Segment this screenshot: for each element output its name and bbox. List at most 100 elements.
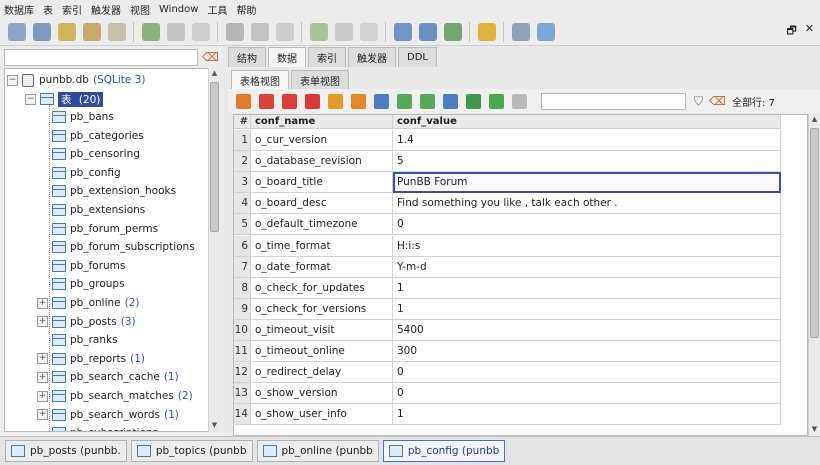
tree-item-table[interactable]: pb_forums <box>39 257 125 275</box>
cell-conf-value[interactable]: Find something you like , talk each othe… <box>393 193 781 215</box>
next-page-icon[interactable] <box>420 93 435 109</box>
expand-icon[interactable]: + <box>37 353 48 365</box>
cell-conf-name[interactable]: o_database_revision <box>251 151 393 173</box>
table-row[interactable]: 5 o_default_timezone 0 <box>234 214 794 236</box>
cell-conf-value[interactable]: 0 <box>393 383 781 405</box>
menu-tools[interactable]: 工具 <box>207 2 227 17</box>
cell-conf-value[interactable]: 1 <box>393 277 781 299</box>
rollback-icon[interactable] <box>259 93 274 109</box>
tree-item-table[interactable]: pb_groups <box>39 275 125 293</box>
expand-icon[interactable]: + <box>37 316 48 328</box>
scroll-down-icon[interactable]: ▼ <box>210 421 219 431</box>
clear-search-icon[interactable]: ⌫ <box>202 50 219 64</box>
cell-conf-name[interactable]: o_redirect_delay <box>251 362 393 384</box>
connect-db-icon[interactable] <box>8 22 26 41</box>
cell-conf-value[interactable]: 5 <box>393 151 781 173</box>
drop-table-icon[interactable] <box>192 22 210 41</box>
collapse-icon[interactable]: − <box>25 93 36 105</box>
table-row[interactable]: 12 o_redirect_delay 0 <box>234 362 794 384</box>
expand-icon[interactable]: + <box>37 390 48 402</box>
column-header-conf-name[interactable]: conf_name <box>251 115 393 129</box>
insert-multiple-icon[interactable] <box>466 93 481 109</box>
tree-search-input[interactable] <box>4 48 199 66</box>
table-row[interactable]: 8 o_check_for_updates 1 <box>234 277 794 299</box>
menu-help[interactable]: 帮助 <box>236 2 256 17</box>
menu-view[interactable]: 视图 <box>130 2 150 17</box>
first-page-icon[interactable] <box>374 93 389 109</box>
last-page-icon[interactable] <box>443 93 458 109</box>
add-row-icon[interactable] <box>282 93 297 109</box>
restore-window-icon[interactable]: 🗗 <box>786 22 796 41</box>
cell-conf-name[interactable]: o_default_timezone <box>251 214 393 236</box>
delete-row-icon[interactable] <box>305 93 320 109</box>
cell-conf-value[interactable]: 0 <box>393 362 781 384</box>
tree-item-database[interactable]: − punbb.db (SQLite 3) <box>7 71 145 89</box>
new-view-icon[interactable] <box>394 22 412 41</box>
table-row[interactable]: 10 o_timeout_visit 5400 <box>234 319 794 341</box>
menu-index[interactable]: 索引 <box>62 2 82 17</box>
tools-icon[interactable] <box>512 22 530 41</box>
cell-conf-name[interactable]: o_date_format <box>251 256 393 278</box>
drop-trigger-icon[interactable] <box>360 22 378 41</box>
window-tab[interactable]: pb_config (punbb <box>382 440 506 462</box>
table-row[interactable]: 9 o_check_for_versions 1 <box>234 298 794 320</box>
cell-conf-value[interactable]: 300 <box>393 341 781 362</box>
edit-table-icon[interactable] <box>167 22 185 41</box>
tree-item-table[interactable]: pb_extensions <box>39 201 145 219</box>
tree-item-table[interactable]: pb_forum_subscriptions <box>39 238 195 256</box>
column-header-conf-value[interactable]: conf_value <box>393 115 781 129</box>
cell-conf-name[interactable]: o_board_desc <box>251 193 393 215</box>
tree-item-table[interactable]: pb_forum_perms <box>39 220 158 238</box>
tree-item-table[interactable]: + pb_posts (3) <box>37 313 136 331</box>
close-window-icon[interactable]: ✕ <box>805 22 814 41</box>
window-tab[interactable]: pb_posts (punbb. <box>5 440 127 462</box>
cell-conf-name[interactable]: o_check_for_versions <box>251 298 393 320</box>
tab-grid-view[interactable]: 表格视图 <box>231 70 289 89</box>
tab-data[interactable]: 数据 <box>268 47 306 67</box>
tree-item-table[interactable]: + pb_search_words (1) <box>37 406 179 424</box>
new-trigger-icon[interactable] <box>310 22 328 41</box>
cell-conf-value[interactable]: PunBB Forum <box>393 172 781 194</box>
cell-conf-value[interactable]: 1 <box>393 298 781 320</box>
cell-conf-name[interactable]: o_cur_version <box>251 130 393 151</box>
export-icon[interactable] <box>512 93 527 109</box>
grid-scrollbar[interactable]: ▲ ▼ <box>808 114 820 436</box>
cell-conf-name[interactable]: o_board_title <box>251 172 393 194</box>
open-db-icon[interactable] <box>83 22 101 41</box>
tree-item-table[interactable]: pb_ranks <box>39 331 118 349</box>
tree-item-table[interactable]: + pb_reports (1) <box>37 350 145 368</box>
table-row[interactable]: 11 o_timeout_online 300 <box>234 341 794 362</box>
cell-conf-value[interactable]: 1 <box>393 404 781 426</box>
tab-indexes[interactable]: 索引 <box>308 47 346 67</box>
edit-trigger-icon[interactable] <box>335 22 353 41</box>
commit-changes-icon[interactable] <box>328 93 343 109</box>
drop-index-icon[interactable] <box>276 22 294 41</box>
tree-item-table[interactable]: pb_censoring <box>39 145 140 163</box>
tree-item-tables[interactable]: − 表 (20) <box>25 90 104 108</box>
tab-structure[interactable]: 结构 <box>228 47 266 67</box>
expand-icon[interactable]: + <box>37 409 48 421</box>
tree-item-table[interactable]: pb_config <box>39 164 121 182</box>
tab-triggers[interactable]: 触发器 <box>348 47 396 67</box>
window-tab[interactable]: pb_topics (punbb <box>130 440 253 462</box>
tree-item-table[interactable]: pb_subscriptions <box>39 424 158 431</box>
edit-view-icon[interactable] <box>419 22 437 41</box>
disconnect-db-icon[interactable] <box>33 22 51 41</box>
tree-item-table[interactable]: + pb_search_cache (1) <box>37 368 179 386</box>
tree-item-table[interactable]: pb_categories <box>39 127 144 145</box>
cell-conf-name[interactable]: o_time_format <box>251 235 393 257</box>
edit-index-icon[interactable] <box>251 22 269 41</box>
tree-item-table[interactable]: + pb_online (2) <box>37 294 139 312</box>
table-row[interactable]: 4 o_board_desc Find something you like , t… <box>234 193 794 215</box>
scrollbar-thumb[interactable] <box>810 128 819 338</box>
cell-conf-value[interactable]: 0 <box>393 214 781 236</box>
attach-db-icon[interactable] <box>108 22 126 41</box>
new-db-icon[interactable] <box>58 22 76 41</box>
tree-item-table[interactable]: pb_extension_hooks <box>39 182 176 200</box>
menu-trigger[interactable]: 触发器 <box>91 2 121 17</box>
previous-page-icon[interactable] <box>397 93 412 109</box>
scroll-down-icon[interactable]: ▼ <box>810 425 819 435</box>
cell-conf-name[interactable]: o_timeout_visit <box>251 319 393 341</box>
table-row[interactable]: 13 o_show_version 0 <box>234 383 794 405</box>
scroll-up-icon[interactable]: ▲ <box>210 69 219 79</box>
